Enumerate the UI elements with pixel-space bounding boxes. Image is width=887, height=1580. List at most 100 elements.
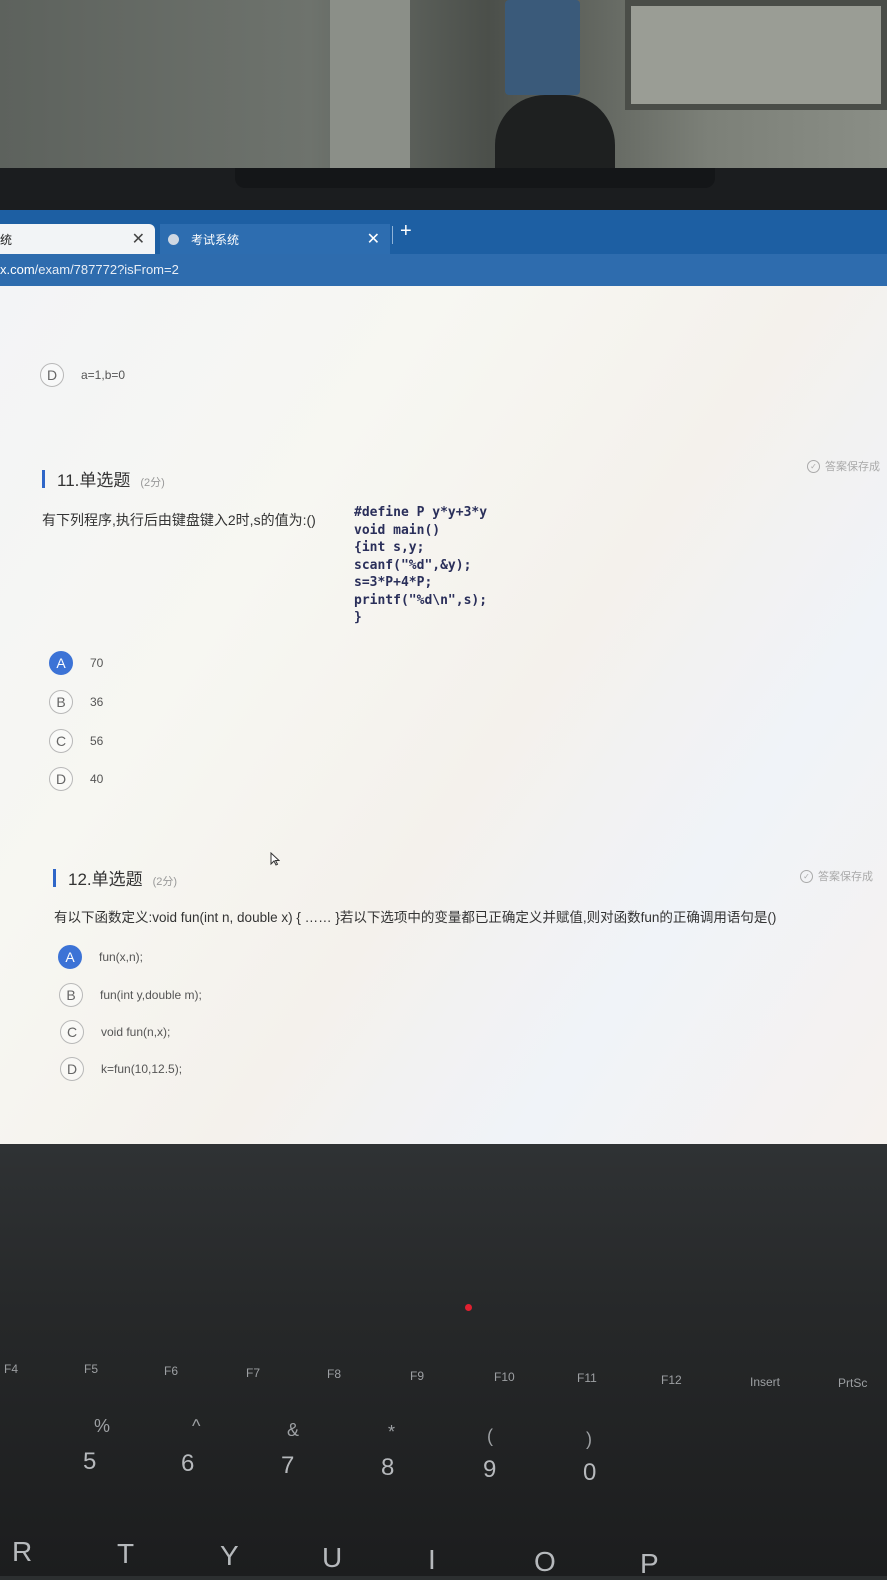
key-8-shift: * xyxy=(388,1422,396,1442)
key-insert: Insert xyxy=(750,1375,781,1389)
prev-question-option-d[interactable]: D a=1,b=0 xyxy=(40,363,125,387)
option-letter: B xyxy=(49,690,73,714)
check-circle-icon: ✓ xyxy=(807,459,820,473)
address-bar[interactable]: x.com/exam/787772?isFrom=2 xyxy=(0,254,887,286)
question-11-saved-status: ✓ 答案保存成 xyxy=(807,458,880,474)
key-t: T xyxy=(117,1538,135,1569)
background-phone xyxy=(505,0,580,95)
option-letter: A xyxy=(58,945,82,969)
key-0: 0 xyxy=(583,1459,597,1486)
question-12-score: (2分) xyxy=(152,876,178,888)
close-icon[interactable]: ✕ xyxy=(367,229,380,249)
trackpoint-led xyxy=(465,1304,472,1311)
header-accent-bar xyxy=(53,868,56,887)
question-12-option-c[interactable]: C void fun(n,x); xyxy=(60,1020,170,1044)
header-accent-bar xyxy=(42,469,45,488)
key-r: R xyxy=(12,1536,33,1567)
saved-label: 答案保存成 xyxy=(825,461,880,473)
tab-active-label: 统 xyxy=(0,232,13,247)
option-text: 36 xyxy=(90,695,104,709)
code-line: {int s,y; xyxy=(354,540,425,555)
option-letter: D xyxy=(60,1057,84,1081)
url-host: x.com xyxy=(0,262,35,277)
option-letter: B xyxy=(59,983,83,1007)
question-12-option-b[interactable]: B fun(int y,double m); xyxy=(59,983,202,1007)
question-11-number: 11.单选题 xyxy=(57,471,131,490)
new-tab-button[interactable]: + xyxy=(400,220,412,243)
key-7-shift: & xyxy=(287,1420,300,1440)
option-text: fun(int y,double m); xyxy=(100,988,202,1002)
laptop-keyboard: F4 F5 F6 F7 F8 F9 F10 F11 F12 Insert Prt… xyxy=(0,1144,887,1579)
key-5: 5 xyxy=(83,1448,97,1475)
key-9: 9 xyxy=(483,1456,497,1483)
key-8: 8 xyxy=(381,1454,395,1481)
key-p: P xyxy=(640,1548,659,1579)
key-6-shift: ^ xyxy=(192,1416,201,1436)
background-door xyxy=(330,0,410,170)
key-prtsc: PrtSc xyxy=(838,1376,868,1390)
key-6: 6 xyxy=(181,1450,195,1477)
key-f9: F9 xyxy=(410,1369,425,1383)
exam-page: D a=1,b=0 11.单选题 (2分) ✓ 答案保存成 有下列程序,执行后由… xyxy=(0,286,887,1144)
question-12-stem: 有以下函数定义:void fun(int n, double x) { …… }… xyxy=(54,910,777,925)
key-0-shift: ) xyxy=(586,1429,592,1449)
check-circle-icon: ✓ xyxy=(800,869,813,883)
key-f5: F5 xyxy=(84,1362,99,1376)
option-text: void fun(n,x); xyxy=(101,1025,171,1039)
code-line: void main() xyxy=(354,522,441,538)
bezel-notch xyxy=(235,168,715,188)
option-letter: C xyxy=(49,729,73,753)
option-text: a=1,b=0 xyxy=(81,368,126,382)
key-u: U xyxy=(322,1542,343,1573)
question-11-code: #define P y*y+3*y void main() {int s,y; sca… xyxy=(354,504,487,627)
key-f8: F8 xyxy=(327,1367,342,1381)
option-letter: D xyxy=(40,363,64,387)
question-11-option-a[interactable]: A 70 xyxy=(49,651,103,675)
question-11-header: 11.单选题 (2分) xyxy=(42,466,165,491)
option-letter: A xyxy=(49,651,73,675)
question-11-option-c[interactable]: C 56 xyxy=(49,729,103,753)
key-f6: F6 xyxy=(164,1364,179,1378)
close-icon[interactable]: ✕ xyxy=(132,229,145,249)
saved-label: 答案保存成 xyxy=(818,871,873,883)
key-f7: F7 xyxy=(246,1366,261,1380)
option-text: 70 xyxy=(90,656,104,670)
code-line: #define P y*y+3*y xyxy=(354,505,488,520)
tab-exam-system[interactable]: 考试系统 ✕ xyxy=(160,224,390,254)
mouse-cursor-icon xyxy=(270,851,281,866)
url-path: /exam/787772?isFrom=2 xyxy=(34,262,179,277)
question-12-saved-status: ✓ 答案保存成 xyxy=(800,868,873,884)
key-f11: F11 xyxy=(577,1371,597,1385)
question-11-stem: 有下列程序,执行后由键盘键入2时,s的值为:() xyxy=(42,512,316,528)
key-o: O xyxy=(534,1546,556,1577)
key-y: Y xyxy=(220,1540,239,1571)
code-line: scanf("%d",&y); xyxy=(354,557,472,573)
key-9-shift: ( xyxy=(487,1426,493,1446)
question-12-number: 12.单选题 xyxy=(68,870,143,889)
tab-active[interactable]: 统 ✕ xyxy=(0,224,155,254)
question-11-option-b[interactable]: B 36 xyxy=(49,690,103,714)
question-12-option-d[interactable]: D k=fun(10,12.5); xyxy=(60,1057,182,1081)
globe-icon xyxy=(168,233,179,245)
browser-tab-bar: 统 ✕ 考试系统 ✕ xyxy=(0,210,887,254)
key-f10: F10 xyxy=(494,1370,515,1384)
tab-exam-system-label: 考试系统 xyxy=(191,232,240,247)
option-text: fun(x,n); xyxy=(99,950,144,964)
option-text: 56 xyxy=(90,734,104,748)
key-f4: F4 xyxy=(4,1362,19,1376)
key-i: I xyxy=(428,1544,436,1575)
key-5-shift: % xyxy=(94,1416,111,1436)
key-f12: F12 xyxy=(661,1373,682,1387)
question-11-score: (2分) xyxy=(140,477,165,489)
code-line: printf("%d\n",s); xyxy=(354,592,488,608)
option-text: 40 xyxy=(90,772,104,786)
tab-divider xyxy=(392,226,393,244)
option-letter: C xyxy=(60,1020,84,1044)
code-line: } xyxy=(354,610,362,625)
option-letter: D xyxy=(49,767,73,791)
question-12-header: 12.单选题 (2分) xyxy=(53,865,177,890)
code-line: s=3*P+4*P; xyxy=(354,575,433,590)
question-12-option-a[interactable]: A fun(x,n); xyxy=(58,945,143,969)
question-11-option-d[interactable]: D 40 xyxy=(49,767,103,791)
background-picture-frame xyxy=(625,0,887,110)
